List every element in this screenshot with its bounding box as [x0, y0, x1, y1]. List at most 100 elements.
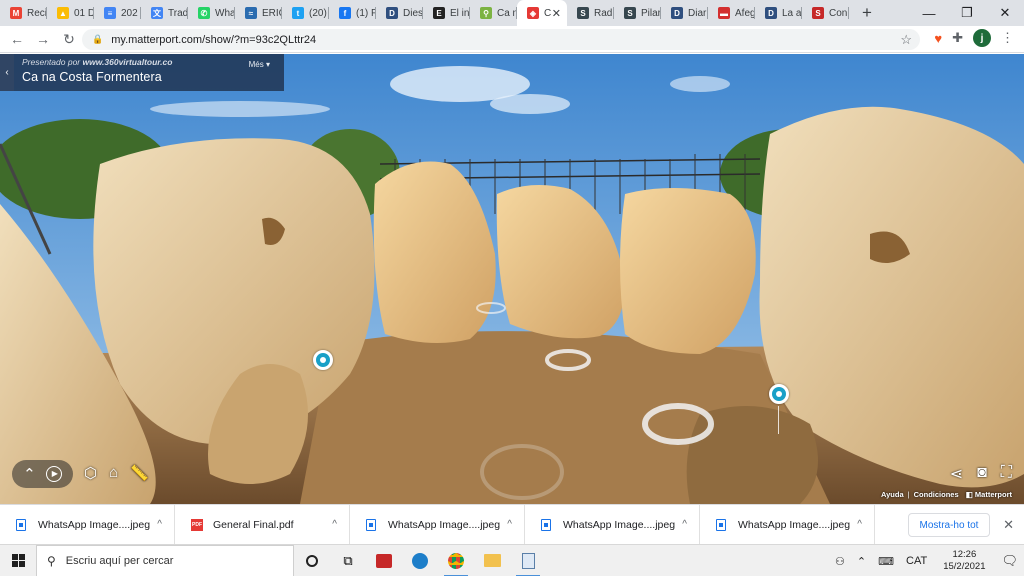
presented-site-link[interactable]: www.360virtualtour.co — [83, 57, 173, 67]
browser-tab[interactable]: S Pilar — [614, 0, 661, 26]
language-indicator[interactable]: CAT — [906, 555, 927, 567]
bookmark-star-icon[interactable]: ☆ — [900, 32, 912, 48]
flag-icon: ▬ — [718, 7, 730, 19]
tab-label: La a — [782, 7, 802, 19]
download-options-caret-icon[interactable]: ^ — [857, 519, 862, 530]
address-bar[interactable]: 🔒 my.matterport.com/show/?m=93c2QLttr24 … — [82, 29, 920, 50]
browser-tab[interactable]: ▬ Afeg — [708, 0, 755, 26]
browser-tab[interactable]: 文 Trad — [141, 0, 188, 26]
newspaper-icon: D — [386, 7, 398, 19]
taskbar-search[interactable]: ⚲ Escriu aquí per cercar — [36, 544, 294, 576]
more-button[interactable]: Més ▾ — [249, 60, 270, 69]
browser-tab[interactable]: D La a — [755, 0, 802, 26]
windows-taskbar: ⚲ Escriu aquí per cercar ⧉ ⚇ ⌃ ⌨ CAT 12:… — [0, 544, 1024, 576]
tray-chevron-icon[interactable]: ⌃ — [857, 555, 866, 568]
drive-icon: ▲ — [57, 7, 69, 19]
network-icon[interactable]: ⌨ — [878, 555, 894, 568]
app-cube-icon[interactable] — [366, 545, 402, 576]
browser-tab[interactable]: ◈ C ✕ — [517, 0, 567, 26]
menu-kebab-icon[interactable]: ⋮ — [1001, 30, 1014, 46]
tab-label: C — [544, 7, 552, 19]
pin-icon: ⚲ — [480, 7, 492, 19]
matterport-icon: ◈ — [527, 7, 539, 19]
download-filename: WhatsApp Image....jpeg — [563, 518, 676, 531]
browser-tab[interactable]: t (20) — [282, 0, 329, 26]
panorama-scene[interactable] — [0, 54, 1024, 504]
download-item[interactable]: WhatsApp Image....jpeg ^ — [525, 504, 700, 545]
browser-tab[interactable]: E El in — [423, 0, 470, 26]
viewer-footer-links: Ayuda | Condiciones ◧ Matterport — [881, 490, 1012, 499]
browser-tab[interactable]: ≡ 202 — [94, 0, 141, 26]
docs-icon: ≡ — [104, 7, 116, 19]
play-icon[interactable]: ▶ — [45, 466, 62, 482]
share-icon[interactable]: ⋖ — [950, 464, 963, 484]
brave-shield-icon[interactable]: ♥ — [934, 31, 942, 46]
help-link[interactable]: Ayuda — [881, 490, 904, 499]
browser-tab[interactable]: D Dies — [376, 0, 423, 26]
download-item[interactable]: WhatsApp Image....jpeg ^ — [700, 504, 875, 545]
download-item[interactable]: WhatsApp Image....jpeg ^ — [350, 504, 525, 545]
browser-tab[interactable]: ⚲ Ca n — [470, 0, 517, 26]
people-icon[interactable]: ⚇ — [835, 555, 845, 568]
file-explorer-icon[interactable] — [474, 545, 510, 576]
measure-ruler-icon[interactable]: 📏 — [130, 464, 149, 482]
tab-label: Pilar — [641, 7, 661, 19]
browser-tab[interactable]: ▲ 01 D — [47, 0, 94, 26]
browser-tab[interactable]: M Reci — [0, 0, 47, 26]
downloads-bar: WhatsApp Image....jpeg ^ PDF General Final.… — [0, 504, 1024, 545]
extensions-puzzle-icon[interactable]: ✚ — [952, 30, 963, 46]
start-button[interactable] — [0, 545, 36, 576]
close-downloads-button[interactable]: ✕ — [1003, 517, 1014, 533]
chevron-up-icon[interactable]: ⌃ — [23, 467, 36, 482]
conditions-link[interactable]: Condiciones — [914, 490, 959, 499]
system-tray: ⚇ ⌃ ⌨ CAT 12:26 15/2/2021 🗨 — [829, 545, 1024, 576]
profile-avatar[interactable]: j — [973, 29, 991, 47]
download-options-caret-icon[interactable]: ^ — [332, 519, 337, 530]
browser-tab[interactable]: f (1) F — [329, 0, 376, 26]
cortana-icon[interactable] — [294, 545, 330, 576]
pdf-file-icon: PDF — [191, 518, 203, 531]
image-file-icon — [716, 518, 726, 531]
chrome-icon[interactable] — [438, 545, 474, 576]
download-options-caret-icon[interactable]: ^ — [157, 519, 162, 530]
show-all-button[interactable]: Mostra-ho tot — [908, 513, 990, 537]
mattertag-marker[interactable] — [313, 350, 333, 370]
dollhouse-icon[interactable]: ⬡ — [84, 464, 97, 482]
browser-tab[interactable]: S Rad — [567, 0, 614, 26]
browser-tab[interactable]: ≈ ERIC — [235, 0, 282, 26]
browser-tab[interactable]: ✆ Wha — [188, 0, 235, 26]
tab-label: 202 — [121, 7, 138, 19]
restore-button[interactable]: ❐ — [948, 0, 986, 26]
notepad-icon[interactable] — [510, 545, 546, 576]
newspaper-icon: D — [671, 7, 683, 19]
circle-s-icon: S — [812, 7, 824, 19]
task-view-icon[interactable]: ⧉ — [330, 545, 366, 576]
new-tab-button[interactable]: + — [855, 0, 879, 26]
tab-strip: MReci▲01 D≡202文Trad✆Wha≈ERICt(20)f(1) FD… — [0, 0, 1024, 26]
back-button[interactable]: ← — [4, 26, 30, 52]
site-s-icon: S — [624, 7, 636, 19]
matterport-brand[interactable]: Matterport — [975, 490, 1012, 499]
fullscreen-icon[interactable]: ⛶ — [1001, 464, 1012, 484]
minimize-button[interactable]: — — [910, 0, 948, 26]
download-item[interactable]: WhatsApp Image....jpeg ^ — [0, 504, 175, 545]
download-options-caret-icon[interactable]: ^ — [507, 519, 512, 530]
download-options-caret-icon[interactable]: ^ — [682, 519, 687, 530]
edge-icon[interactable] — [402, 545, 438, 576]
eric-icon: ≈ — [245, 7, 257, 19]
close-window-button[interactable]: ✕ — [986, 0, 1024, 26]
browser-tab[interactable]: S Con — [802, 0, 849, 26]
browser-tab[interactable]: D Diar — [661, 0, 708, 26]
notification-icon[interactable]: 🗨 — [1001, 553, 1018, 569]
matterport-viewer[interactable]: ‹ Presentado por www.360virtualtour.co C… — [0, 54, 1024, 504]
tab-label: Dies — [403, 7, 423, 19]
collapse-panel-button[interactable]: ‹ — [0, 54, 14, 91]
floorplan-icon[interactable]: ⌂ — [109, 464, 118, 482]
download-item[interactable]: PDF General Final.pdf ^ — [175, 504, 350, 545]
close-tab-icon[interactable]: ✕ — [552, 7, 561, 20]
forward-button[interactable]: → — [30, 26, 56, 52]
clock[interactable]: 12:26 15/2/2021 — [943, 549, 985, 573]
reload-button[interactable]: ↻ — [56, 26, 82, 52]
mattertag-marker[interactable] — [769, 384, 789, 404]
vr-headset-icon[interactable]: ◙ — [977, 464, 987, 484]
